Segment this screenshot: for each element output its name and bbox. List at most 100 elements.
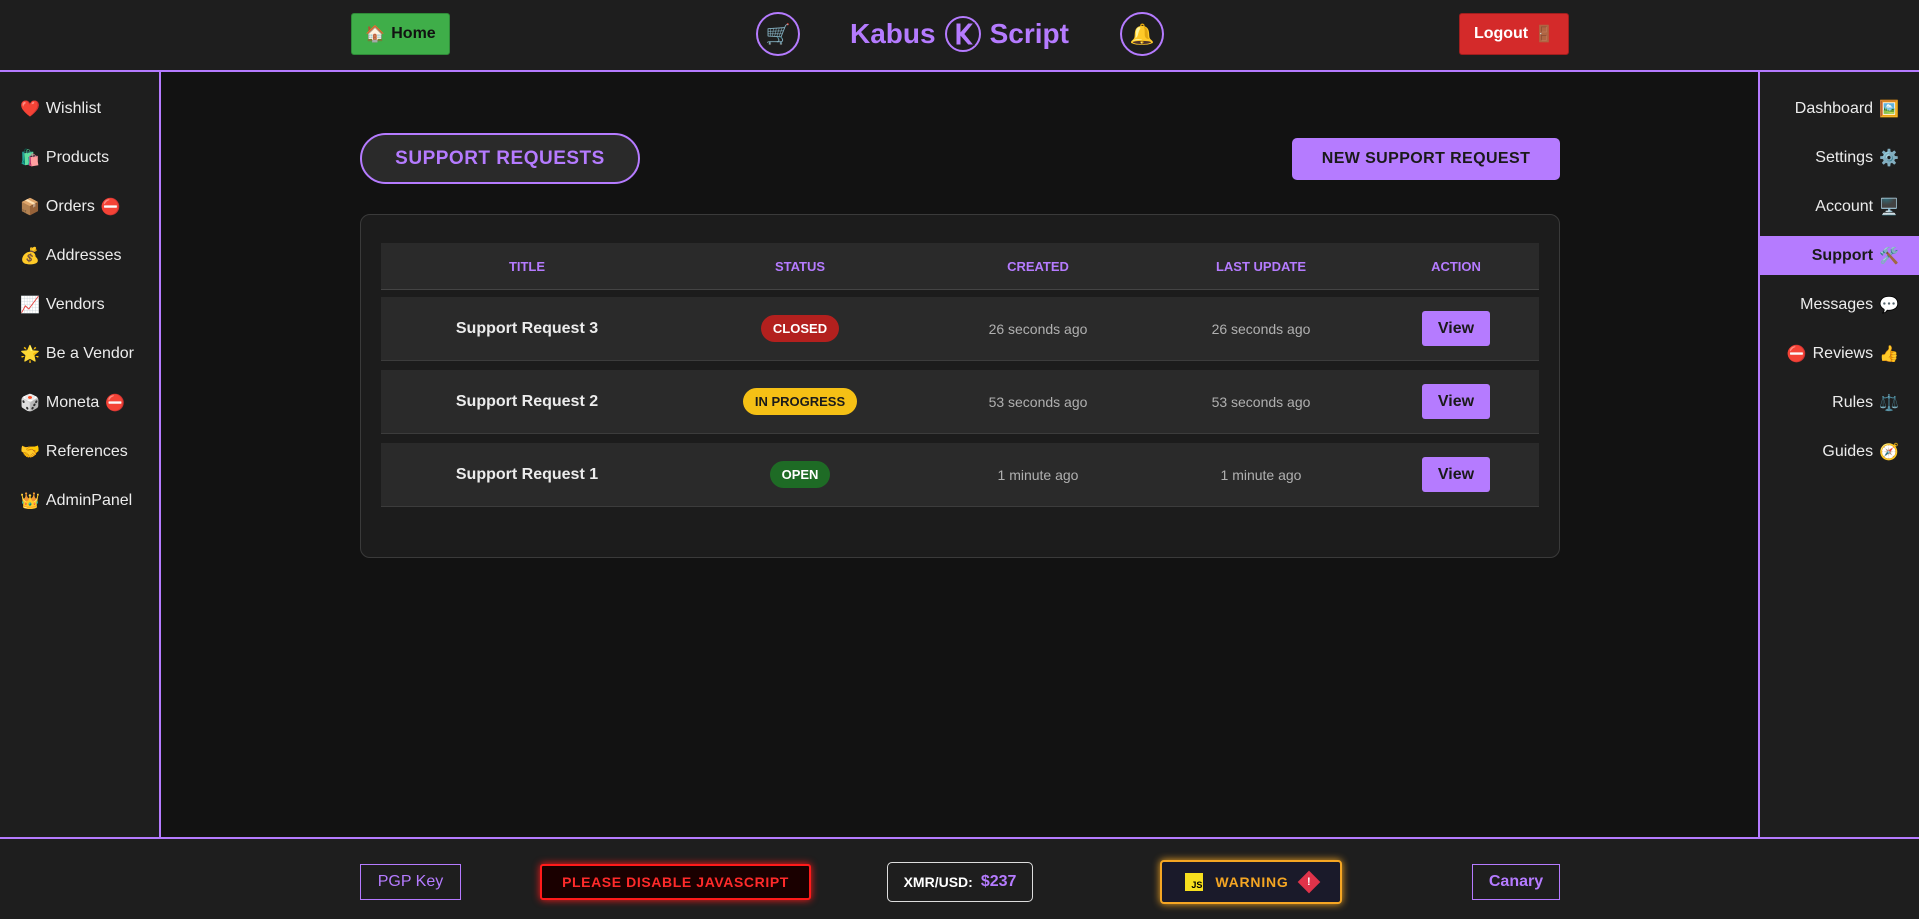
brand-name-left: Kabus bbox=[850, 18, 936, 49]
canary-link[interactable]: Canary bbox=[1472, 864, 1560, 900]
sidebar-item-reviews[interactable]: ⛔ Reviews 👍 bbox=[1760, 329, 1919, 378]
new-support-request-button[interactable]: NEW SUPPORT REQUEST bbox=[1292, 138, 1560, 180]
last-update-time: 53 seconds ago bbox=[1211, 393, 1311, 410]
status-badge: IN PROGRESS bbox=[742, 388, 858, 415]
last-update-time: 1 minute ago bbox=[1220, 466, 1302, 483]
request-title: Support Request 1 bbox=[455, 465, 599, 483]
sidebar-item-icon: 🌟 bbox=[20, 345, 40, 363]
created-time: 1 minute ago bbox=[997, 466, 1079, 483]
left-sidebar: ❤️ Wishlist 🛍️ Products 📦 Orders ⛔ 💰 Addresses 📈 V… bbox=[0, 72, 161, 837]
sidebar-item-account[interactable]: Account 🖥️ bbox=[1760, 182, 1919, 231]
sidebar-item-icon: ⚙️ bbox=[1879, 149, 1899, 167]
action-cell: View bbox=[1373, 370, 1539, 433]
sidebar-item-adminpanel[interactable]: 👑 AdminPanel bbox=[0, 476, 159, 525]
action-cell: View bbox=[1373, 297, 1539, 360]
right-sidebar: Dashboard 🖼️ Settings ⚙️ Account 🖥️ Support 🛠️ M… bbox=[1758, 72, 1919, 837]
column-header-title: TITLE bbox=[508, 258, 546, 274]
sidebar-item-addresses[interactable]: 💰 Addresses bbox=[0, 231, 159, 280]
sidebar-item-products[interactable]: 🛍️ Products bbox=[0, 133, 159, 182]
bell-icon: 🔔 bbox=[1129, 23, 1155, 46]
sidebar-item-vendors[interactable]: 📈 Vendors bbox=[0, 280, 159, 329]
sidebar-item-orders[interactable]: 📦 Orders ⛔ bbox=[0, 182, 159, 231]
created-time: 26 seconds ago bbox=[988, 320, 1088, 337]
sidebar-item-icon: 💬 bbox=[1879, 296, 1899, 314]
xmr-price-box: XMR/USD: $237 bbox=[887, 862, 1033, 902]
blocked-icon: ⛔ bbox=[100, 198, 121, 216]
sidebar-item-settings[interactable]: Settings ⚙️ bbox=[1760, 133, 1919, 182]
request-title: Support Request 3 bbox=[455, 319, 599, 337]
xmr-price-value: $237 bbox=[980, 873, 1017, 890]
sidebar-item-be-a-vendor[interactable]: 🌟 Be a Vendor bbox=[0, 329, 159, 378]
sidebar-item-icon: 💰 bbox=[20, 247, 40, 265]
table-row: Support Request 2 IN PROGRESS 53 seconds a… bbox=[381, 370, 1539, 434]
sidebar-item-icon: 🧭 bbox=[1879, 443, 1899, 461]
sidebar-item-icon: 👍 bbox=[1879, 345, 1899, 363]
sidebar-item-label: Messages bbox=[1800, 295, 1874, 313]
request-title: Support Request 2 bbox=[455, 392, 599, 410]
column-header-status: STATUS bbox=[774, 258, 826, 274]
pgp-key-link[interactable]: PGP Key bbox=[360, 864, 461, 900]
sidebar-item-references[interactable]: 🤝 References bbox=[0, 427, 159, 476]
sidebar-item-rules[interactable]: Rules ⚖️ bbox=[1760, 378, 1919, 427]
sidebar-item-label: Account bbox=[1815, 197, 1874, 215]
column-header-created: CREATED bbox=[1007, 258, 1069, 274]
status-cell: OPEN bbox=[673, 443, 927, 506]
sidebar-item-messages[interactable]: Messages 💬 bbox=[1760, 280, 1919, 329]
sidebar-item-support[interactable]: Support 🛠️ bbox=[1760, 236, 1919, 275]
exclamation-icon: ! bbox=[1306, 875, 1311, 888]
sidebar-item-label: AdminPanel bbox=[45, 491, 133, 509]
sidebar-item-icon: 🛍️ bbox=[20, 149, 40, 167]
action-cell: View bbox=[1373, 443, 1539, 506]
table-header-row: TITLE STATUS CREATED LAST UPDATE ACTION bbox=[381, 243, 1539, 290]
sidebar-item-label: Dashboard bbox=[1794, 99, 1874, 117]
door-icon: 🚪 bbox=[1534, 26, 1555, 43]
sidebar-item-icon: ⚖️ bbox=[1879, 394, 1899, 412]
sidebar-item-label: Reviews bbox=[1812, 344, 1874, 362]
view-button[interactable]: View bbox=[1422, 311, 1490, 346]
sidebar-item-label: Settings bbox=[1815, 148, 1874, 166]
table-row: Support Request 3 CLOSED 26 seconds ago 26 … bbox=[381, 297, 1539, 361]
sidebar-item-moneta[interactable]: 🎲 Moneta ⛔ bbox=[0, 378, 159, 427]
view-button[interactable]: View bbox=[1422, 384, 1490, 419]
created-time: 53 seconds ago bbox=[988, 393, 1088, 410]
blocked-icon: ⛔ bbox=[105, 394, 126, 412]
sidebar-item-icon: ❤️ bbox=[20, 100, 40, 118]
sidebar-item-guides[interactable]: Guides 🧭 bbox=[1760, 427, 1919, 476]
table-row: Support Request 1 OPEN 1 minute ago 1 minut… bbox=[381, 443, 1539, 507]
warning-diamond-icon: ! bbox=[1297, 870, 1320, 894]
status-badge: CLOSED bbox=[760, 315, 840, 342]
sidebar-item-icon: 🛠️ bbox=[1879, 247, 1899, 265]
logout-button-label: Logout bbox=[1473, 25, 1529, 42]
column-header-last-update: LAST UPDATE bbox=[1215, 258, 1307, 274]
sidebar-item-label: Wishlist bbox=[45, 99, 102, 117]
logout-button[interactable]: Logout 🚪 bbox=[1459, 13, 1569, 55]
sidebar-item-label: Products bbox=[45, 148, 110, 166]
javascript-icon: JS bbox=[1185, 873, 1204, 891]
xmr-price-label: XMR/USD: bbox=[903, 874, 973, 890]
sidebar-item-label: Moneta bbox=[45, 393, 100, 411]
blocked-icon: ⛔ bbox=[1786, 345, 1807, 363]
sidebar-item-label: Support bbox=[1811, 246, 1874, 264]
brand-logo[interactable]: Kabus Script bbox=[850, 14, 1069, 54]
status-cell: CLOSED bbox=[673, 297, 927, 360]
notifications-button[interactable]: 🔔 bbox=[1120, 12, 1164, 56]
sidebar-item-label: Guides bbox=[1822, 442, 1874, 460]
sidebar-item-icon: 🎲 bbox=[20, 394, 40, 412]
footer: PGP Key PLEASE DISABLE JAVASCRIPT XMR/US… bbox=[0, 837, 1919, 919]
sidebar-item-wishlist[interactable]: ❤️ Wishlist bbox=[0, 84, 159, 133]
page-title: SUPPORT REQUESTS bbox=[360, 133, 640, 184]
cart-button[interactable]: 🛒 bbox=[756, 12, 800, 56]
last-update-time: 26 seconds ago bbox=[1211, 320, 1311, 337]
javascript-warning-box: JS WARNING ! bbox=[1160, 860, 1342, 904]
view-button[interactable]: View bbox=[1422, 457, 1490, 492]
status-badge: OPEN bbox=[769, 461, 831, 488]
brand-name-right: Script bbox=[989, 18, 1069, 49]
sidebar-item-dashboard[interactable]: Dashboard 🖼️ bbox=[1760, 84, 1919, 133]
cart-icon: 🛒 bbox=[765, 23, 791, 46]
support-requests-table: TITLE STATUS CREATED LAST UPDATE ACTION … bbox=[360, 214, 1560, 558]
sidebar-item-icon: 📦 bbox=[20, 198, 40, 216]
kabus-k-icon bbox=[944, 16, 981, 52]
sidebar-item-icon: 🖥️ bbox=[1879, 198, 1899, 216]
home-button[interactable]: 🏠 Home bbox=[351, 13, 450, 55]
home-button-label: Home bbox=[391, 25, 436, 42]
